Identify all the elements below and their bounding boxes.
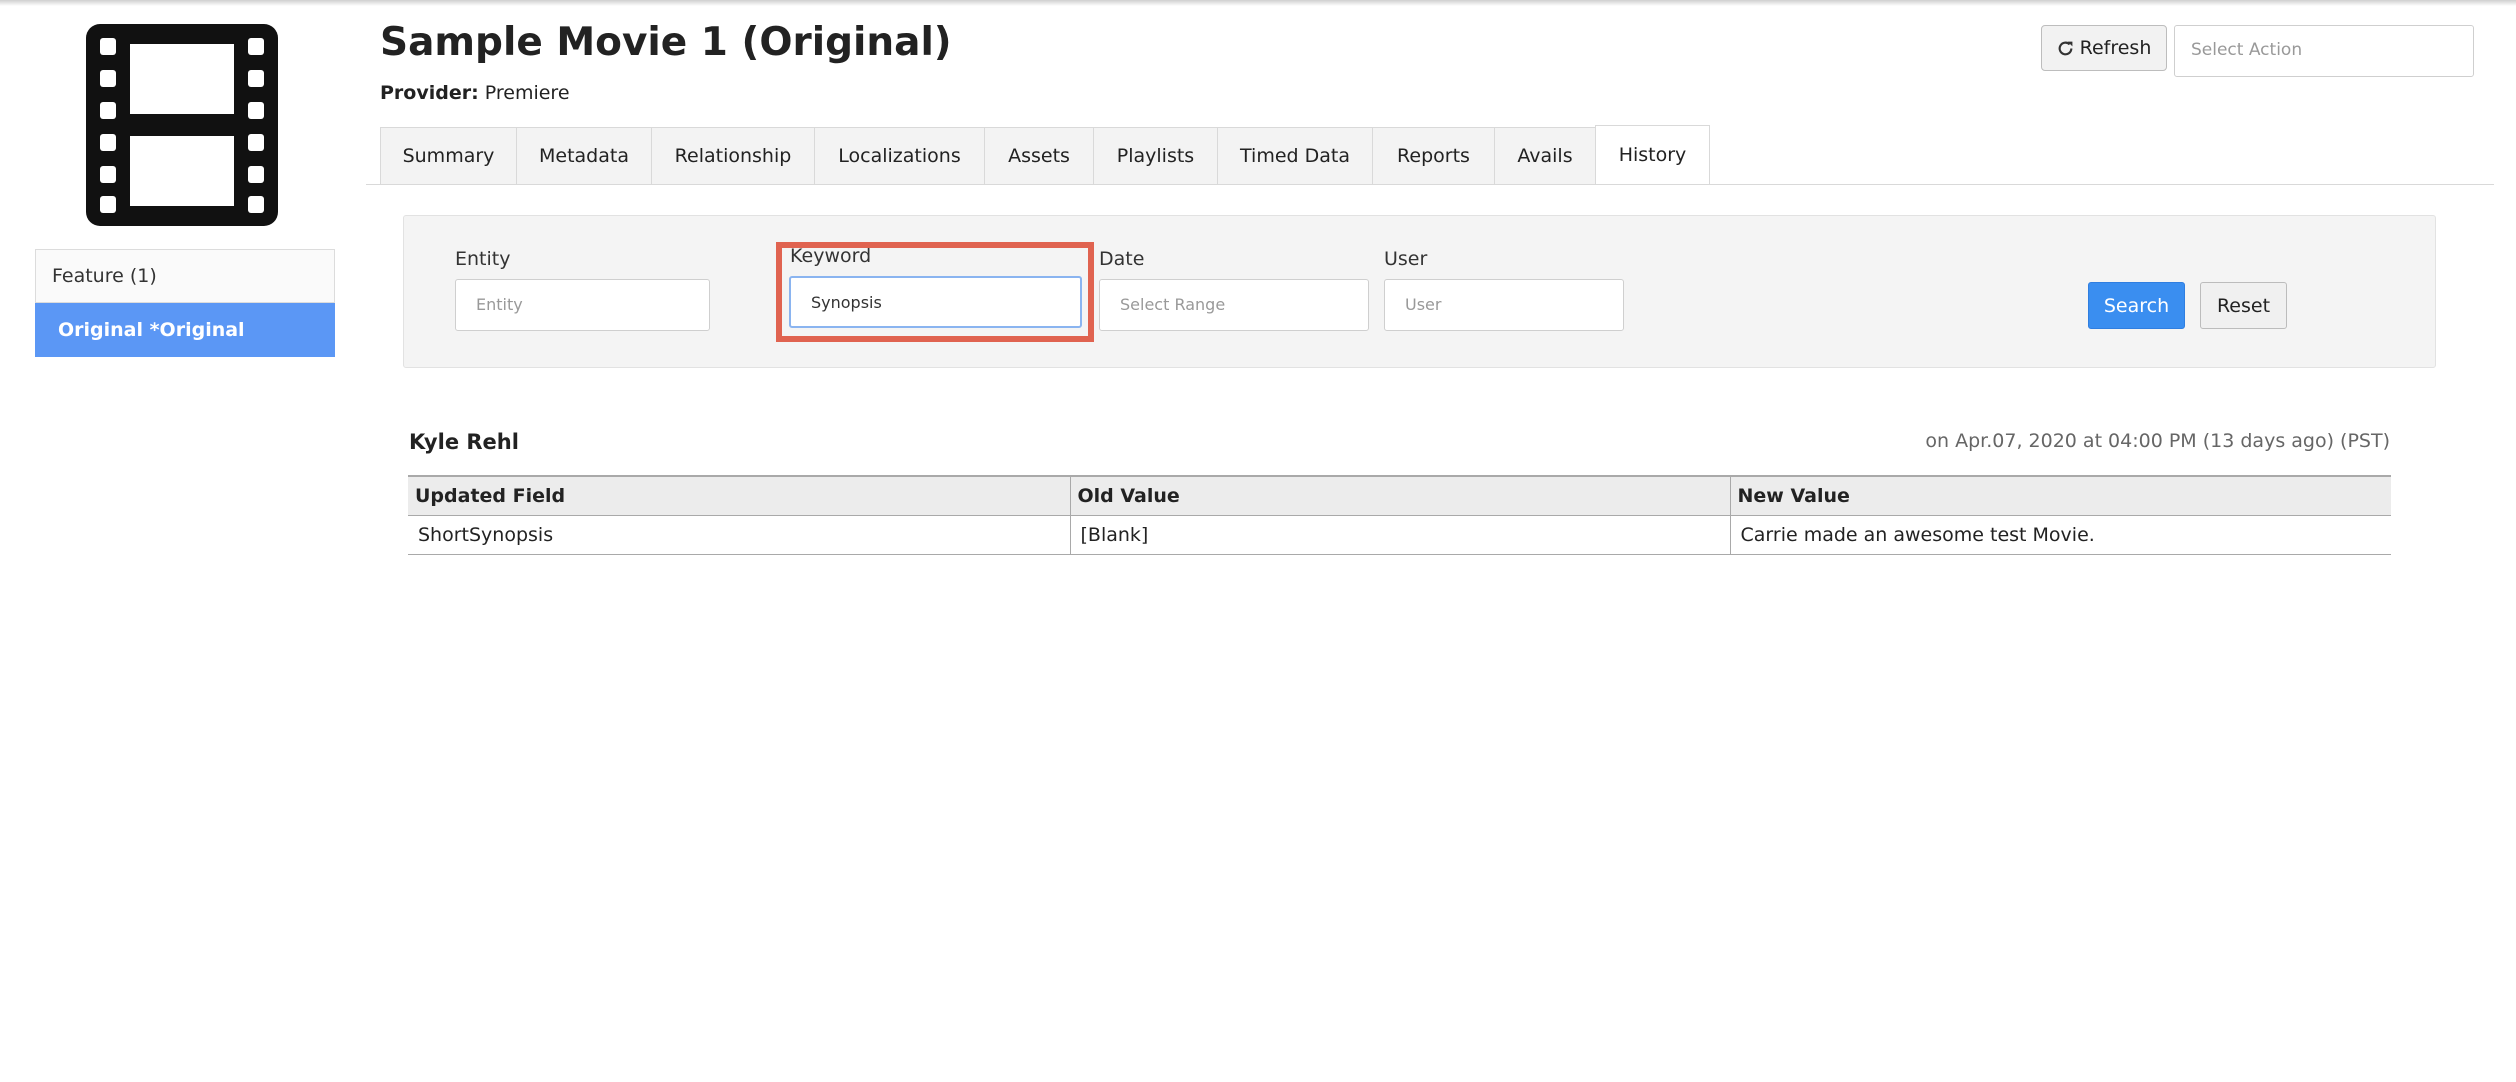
page-title: Sample Movie 1 (Original) xyxy=(380,20,952,65)
provider-line: Provider: Premiere xyxy=(380,82,570,104)
sidebar-item-feature[interactable]: Feature (1) xyxy=(35,249,335,303)
tab-playlists[interactable]: Playlists xyxy=(1093,127,1217,185)
reset-button[interactable]: Reset xyxy=(2200,282,2287,329)
film-strip-icon xyxy=(86,24,278,226)
tab-history[interactable]: History xyxy=(1595,125,1710,185)
tab-relationship[interactable]: Relationship xyxy=(651,127,814,185)
refresh-label: Refresh xyxy=(2079,37,2152,59)
cell-old-value: [Blank] xyxy=(1069,515,1730,555)
select-action-dropdown[interactable]: Select Action xyxy=(2174,25,2474,77)
tab-assets[interactable]: Assets xyxy=(984,127,1093,185)
tab-timed-data[interactable]: Timed Data xyxy=(1217,127,1372,185)
table-header-row: Updated Field Old Value New Value xyxy=(408,475,2391,516)
column-header-updated-field: Updated Field xyxy=(408,475,1070,516)
tab-metadata[interactable]: Metadata xyxy=(516,127,651,185)
date-label: Date xyxy=(1099,248,1145,270)
history-entry-user: Kyle Rehl xyxy=(409,430,519,454)
provider-value: Premiere xyxy=(484,82,570,104)
tab-localizations[interactable]: Localizations xyxy=(814,127,984,185)
column-header-old-value: Old Value xyxy=(1069,475,1730,516)
user-label: User xyxy=(1384,248,1428,270)
tab-summary[interactable]: Summary xyxy=(380,127,516,185)
history-entry-timestamp: on Apr.07, 2020 at 04:00 PM (13 days ago… xyxy=(1925,430,2390,452)
column-header-new-value: New Value xyxy=(1729,475,2391,516)
tab-reports[interactable]: Reports xyxy=(1372,127,1494,185)
keyword-highlight-box xyxy=(776,242,1094,342)
tab-avails[interactable]: Avails xyxy=(1494,127,1595,185)
search-button[interactable]: Search xyxy=(2088,282,2185,329)
refresh-button[interactable]: Refresh xyxy=(2041,25,2167,71)
user-input[interactable]: User xyxy=(1384,279,1624,331)
tab-bar: Summary Metadata Relationship Localizati… xyxy=(380,125,1710,185)
version-sidebar: Feature (1) Original *Original xyxy=(35,249,335,357)
table-row: ShortSynopsis [Blank] Carrie made an awe… xyxy=(408,515,2391,555)
refresh-icon xyxy=(2058,41,2073,55)
cell-new-value: Carrie made an awesome test Movie. xyxy=(1729,515,2391,555)
top-edge-shadow xyxy=(0,0,2516,6)
entity-input[interactable]: Entity xyxy=(455,279,710,331)
tab-divider xyxy=(366,184,2494,185)
provider-label: Provider: xyxy=(380,82,479,104)
entity-label: Entity xyxy=(455,248,511,270)
history-changes-table: Updated Field Old Value New Value ShortS… xyxy=(408,475,2391,555)
date-range-input[interactable]: Select Range xyxy=(1099,279,1369,331)
sidebar-item-original[interactable]: Original *Original xyxy=(35,303,335,357)
cell-updated-field: ShortSynopsis xyxy=(408,515,1070,555)
